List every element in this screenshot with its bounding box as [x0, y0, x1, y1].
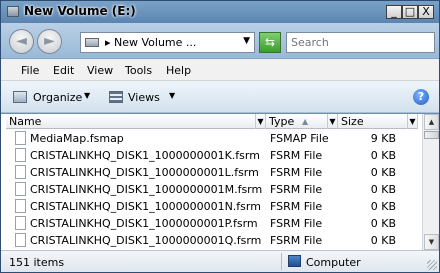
status-bar: 151 items Computer — [1, 250, 439, 272]
file-icon — [15, 148, 26, 162]
file-icon — [15, 165, 26, 179]
views-dropdown-icon[interactable]: ▼ — [169, 91, 175, 100]
organize-icon — [13, 91, 27, 103]
file-type: FSRM File — [270, 166, 323, 179]
address-text: ▸ New Volume ... — [105, 36, 197, 49]
search-input[interactable] — [286, 32, 435, 53]
table-row[interactable]: CRISTALINKHQ_DISK1_1000000001N.fsrm FSRM… — [6, 198, 418, 215]
column-name-label: Name — [9, 115, 42, 128]
refresh-button[interactable]: ⇆ — [259, 32, 281, 53]
file-size: 0 KB — [370, 234, 396, 247]
file-size: 9 KB — [370, 132, 396, 145]
file-type: FSRM File — [270, 149, 323, 162]
file-name: CRISTALINKHQ_DISK1_1000000001L.fsrm — [30, 166, 259, 179]
maximize-button[interactable]: □ — [402, 5, 418, 19]
column-size-label: Size — [341, 115, 364, 128]
file-type: FSMAP File — [270, 132, 329, 145]
explorer-window: New Volume (E:) _ □ X ◄ ► ▸ New Volume .… — [0, 0, 440, 273]
status-divider — [281, 253, 282, 270]
drive-icon — [85, 38, 99, 47]
menu-file[interactable]: File — [21, 64, 39, 77]
file-list: Name ▼ Type ▲ ▼ Size ▼ MediaMap.fsmap FS… — [1, 114, 439, 250]
file-type: FSRM File — [270, 183, 323, 196]
menu-bar: File Edit View Tools Help — [1, 59, 439, 81]
menu-edit[interactable]: Edit — [53, 64, 74, 77]
file-size: 0 KB — [370, 166, 396, 179]
column-type-label: Type — [269, 115, 295, 128]
resize-grip-icon[interactable] — [427, 260, 437, 270]
menu-tools[interactable]: Tools — [125, 64, 152, 77]
forward-button[interactable]: ► — [37, 29, 62, 54]
file-size: 0 KB — [370, 183, 396, 196]
navigation-bar: ◄ ► ▸ New Volume ... ▼ ⇆ — [1, 23, 439, 59]
column-type-dropdown-icon[interactable]: ▼ — [327, 114, 337, 129]
computer-icon — [288, 255, 301, 267]
address-dropdown-icon[interactable]: ▼ — [243, 36, 250, 46]
minimize-button[interactable]: _ — [386, 5, 402, 19]
drive-icon — [7, 6, 19, 17]
close-button[interactable]: X — [418, 5, 434, 19]
file-name: MediaMap.fsmap — [30, 132, 124, 145]
scroll-thumb[interactable] — [424, 131, 439, 139]
file-type: FSRM File — [270, 200, 323, 213]
file-name: CRISTALINKHQ_DISK1_1000000001Q.fsrm — [30, 234, 262, 247]
column-name[interactable]: Name ▼ — [6, 114, 266, 129]
views-icon — [109, 91, 123, 103]
scroll-down-button[interactable]: ▼ — [424, 234, 439, 250]
file-size: 0 KB — [370, 217, 396, 230]
help-button[interactable]: ? — [413, 89, 429, 105]
vertical-scrollbar[interactable]: ▲ ▼ — [422, 114, 439, 250]
table-row[interactable]: CRISTALINKHQ_DISK1_1000000001Q.fsrm FSRM… — [6, 232, 418, 249]
file-icon — [15, 233, 26, 247]
file-size: 0 KB — [370, 200, 396, 213]
column-size[interactable]: Size ▼ — [338, 114, 418, 129]
back-button[interactable]: ◄ — [9, 29, 34, 54]
command-toolbar: Organize ▼ Views ▼ ? — [1, 81, 439, 113]
file-name: CRISTALINKHQ_DISK1_1000000001P.fsrm — [30, 217, 258, 230]
window-title: New Volume (E:) — [24, 4, 136, 18]
table-row[interactable]: CRISTALINKHQ_DISK1_1000000001M.fsrm FSRM… — [6, 181, 418, 198]
file-name: CRISTALINKHQ_DISK1_1000000001M.fsrm — [30, 183, 263, 196]
organize-button[interactable]: Organize — [33, 91, 82, 104]
sort-ascending-icon: ▲ — [302, 117, 309, 126]
file-type: FSRM File — [270, 217, 323, 230]
item-count: 151 items — [9, 256, 65, 269]
table-row[interactable]: CRISTALINKHQ_DISK1_1000000001L.fsrm FSRM… — [6, 164, 418, 181]
table-row[interactable]: MediaMap.fsmap FSMAP File 9 KB — [6, 130, 418, 147]
file-size: 0 KB — [370, 149, 396, 162]
title-bar[interactable]: New Volume (E:) _ □ X — [1, 1, 439, 23]
column-header: Name ▼ Type ▲ ▼ Size ▼ — [6, 114, 418, 129]
file-rows: MediaMap.fsmap FSMAP File 9 KB CRISTALIN… — [6, 130, 418, 249]
file-name: CRISTALINKHQ_DISK1_1000000001N.fsrm — [30, 200, 261, 213]
views-button[interactable]: Views — [128, 91, 160, 104]
file-icon — [15, 199, 26, 213]
table-row[interactable]: CRISTALINKHQ_DISK1_1000000001K.fsrm FSRM… — [6, 147, 418, 164]
column-type[interactable]: Type ▲ ▼ — [266, 114, 338, 129]
menu-help[interactable]: Help — [166, 64, 191, 77]
file-icon — [15, 182, 26, 196]
column-name-dropdown-icon[interactable]: ▼ — [255, 114, 265, 129]
scroll-up-button[interactable]: ▲ — [424, 114, 439, 130]
file-icon — [15, 131, 26, 145]
file-name: CRISTALINKHQ_DISK1_1000000001K.fsrm — [30, 149, 260, 162]
table-row[interactable]: CRISTALINKHQ_DISK1_1000000001P.fsrm FSRM… — [6, 215, 418, 232]
column-size-dropdown-icon[interactable]: ▼ — [407, 114, 417, 129]
menu-view[interactable]: View — [87, 64, 113, 77]
status-location: Computer — [306, 256, 361, 269]
address-bar[interactable]: ▸ New Volume ... ▼ — [80, 32, 255, 53]
organize-dropdown-icon[interactable]: ▼ — [84, 91, 90, 100]
file-icon — [15, 216, 26, 230]
file-type: FSRM File — [270, 234, 323, 247]
